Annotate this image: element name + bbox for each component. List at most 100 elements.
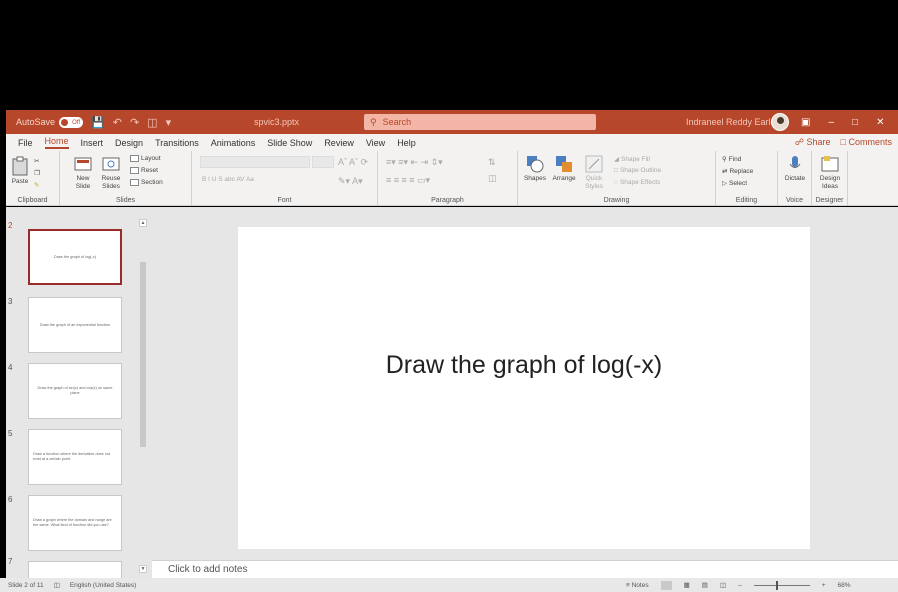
tab-slide-show[interactable]: Slide Show [267,138,312,148]
new-slide-button[interactable]: New Slide [70,155,96,191]
autosave-control[interactable]: AutoSave Off [16,116,84,128]
paste-button[interactable]: Paste [10,156,30,186]
cut-icon[interactable]: ✂ [34,157,39,165]
font-name-box[interactable] [200,156,310,168]
font-format-row[interactable]: B I U S abc AV Aa [202,176,254,183]
tab-right-actions: ☍ Share □ Comments [795,137,892,148]
quick-access-toolbar: 💾 ↶ ↷ ◫ ▾ [91,116,171,129]
shape-outline-label: Shape Outline [619,167,662,174]
reset-button[interactable]: Reset [130,167,158,174]
tab-transitions[interactable]: Transitions [155,138,199,148]
replace-label: Replace [729,167,754,175]
dictate-button[interactable]: Dictate [780,155,810,183]
normal-view-icon[interactable] [660,580,672,590]
zoom-in-icon[interactable]: + [822,582,826,589]
slide-number: 5 [8,429,13,438]
scroll-up-icon[interactable]: ▲ [139,219,147,227]
designer-group-label: Designer [815,197,844,204]
tab-animations[interactable]: Animations [211,138,256,148]
tab-insert[interactable]: Insert [81,138,104,148]
tab-design[interactable]: Design [115,138,143,148]
ribbon-tabs: File Home Insert Design Transitions Anim… [6,134,898,151]
paragraph-group-label: Paragraph [431,197,464,204]
notes-pane[interactable]: Click to add notes [152,560,898,578]
format-painter-icon[interactable]: ✎ [34,181,39,189]
reuse-slides-button[interactable]: Reuse Slides [98,155,124,191]
close-icon[interactable]: ✕ [876,117,884,128]
accessibility-icon[interactable]: ◫ [54,581,60,589]
tab-view[interactable]: View [366,138,385,148]
user-name[interactable]: Indraneel Reddy Earle [686,117,776,127]
shape-effects-button[interactable]: ○ Shape Effects [614,179,660,186]
tab-file[interactable]: File [18,138,33,148]
present-icon[interactable]: ◫ [147,116,157,129]
slide-thumbnail-7[interactable] [28,561,122,578]
shape-outline-button[interactable]: □ Shape Outline [614,167,661,174]
app-window: AutoSave Off 💾 ↶ ↷ ◫ ▾ spvic3.pptx ⚲ Sea… [0,0,898,592]
zoom-level[interactable]: 68% [837,582,850,589]
shape-outline-icon: □ [614,167,618,174]
current-slide[interactable]: Draw the graph of log(-x) [238,227,810,549]
select-button[interactable]: ▷ Select [722,179,747,188]
slide-thumbnail-6[interactable]: Draw a graph where the domain and range … [28,495,122,551]
tab-home[interactable]: Home [44,136,69,149]
search-box[interactable]: ⚲ Search [364,114,596,130]
shapes-button[interactable]: Shapes [522,155,548,183]
avatar[interactable] [771,113,789,131]
slide-editing-area: Draw the graph of log(-x) [152,207,898,560]
shape-fill-button[interactable]: ◢ Shape Fill [614,155,650,164]
scrollbar-thumb[interactable] [140,262,146,447]
black-margin [0,0,898,110]
layout-button[interactable]: Layout [130,155,161,162]
comments-button[interactable]: □ Comments [841,137,892,148]
reading-view-icon[interactable]: ▤ [702,581,708,589]
arrange-button[interactable]: Arrange [550,155,578,183]
tab-help[interactable]: Help [397,138,416,148]
thumbnail-scrollbar[interactable]: ▲ ▼ [138,207,148,578]
scroll-down-icon[interactable]: ▼ [139,565,147,573]
section-button[interactable]: Section [130,179,163,186]
quick-styles-button[interactable]: Quick Styles [580,155,608,191]
convert-smartart-icon[interactable]: ◫ [488,173,497,184]
customize-qa-icon[interactable]: ▾ [166,116,172,129]
replace-icon: ⇄ [722,168,728,175]
group-drawing: Shapes Arrange Quick Styles ◢ Shape Fill … [518,151,716,206]
slide-title-text[interactable]: Draw the graph of log(-x) [238,351,810,380]
redo-icon[interactable]: ↷ [130,116,139,129]
find-button[interactable]: ⚲ Find [722,155,741,164]
font-color-icon[interactable]: ✎▾ A▾ [338,176,363,187]
slideshow-icon[interactable]: ◫ [720,581,726,589]
zoom-out-icon[interactable]: – [738,582,742,589]
restore-icon[interactable]: □ [852,117,858,128]
save-icon[interactable]: 💾 [91,116,105,129]
design-ideas-button[interactable]: Design Ideas [814,155,846,191]
autosave-toggle[interactable]: Off [59,116,84,128]
slide-thumbnail-5[interactable]: Draw a function where the derivative doe… [28,429,122,485]
slide-thumbnail-3[interactable]: Draw the graph of an exponential functio… [28,297,122,353]
share-button[interactable]: ☍ Share [795,137,831,148]
text-direction-icon[interactable]: ⇅ [488,157,496,168]
slide-thumbnail-2[interactable]: Draw the graph of log(-x) [28,229,122,285]
group-slides: New Slide Reuse Slides Layout Reset Sect… [60,151,192,206]
notes-toggle[interactable]: ≡ Notes [626,582,649,589]
copy-icon[interactable]: ❐ [34,169,40,177]
slide-thumbnail-text: Draw the graph of sin(x) and cos(x) on s… [37,386,113,395]
slide-thumbnail-4[interactable]: Draw the graph of sin(x) and cos(x) on s… [28,363,122,419]
replace-button[interactable]: ⇄ Replace [722,167,754,176]
grow-shrink-font-icon[interactable]: Aˆ Aˇ ⟳ [338,157,368,168]
slide-sorter-icon[interactable]: ▦ [684,581,690,589]
bullets-icon[interactable]: ≡▾ ≡▾ ⇤ ⇥ ⇕▾ [386,157,443,168]
undo-icon[interactable]: ↶ [113,116,122,129]
ribbon-display-icon[interactable]: ▣ [801,117,810,128]
align-icon[interactable]: ≡ ≡ ≡ ≡ ▭▾ [386,175,430,186]
tab-review[interactable]: Review [324,138,354,148]
search-icon: ⚲ [370,116,377,127]
shape-effects-label: Shape Effects [619,179,661,186]
slide-thumbnail-text: Draw the graph of log(-x) [54,254,96,259]
minimize-icon[interactable]: – [828,117,834,128]
zoom-slider[interactable] [753,580,810,590]
font-size-box[interactable] [312,156,334,168]
language-indicator[interactable]: English (United States) [70,582,136,589]
dictate-label: Dictate [784,175,806,182]
document-name[interactable]: spvic3.pptx [254,117,299,127]
